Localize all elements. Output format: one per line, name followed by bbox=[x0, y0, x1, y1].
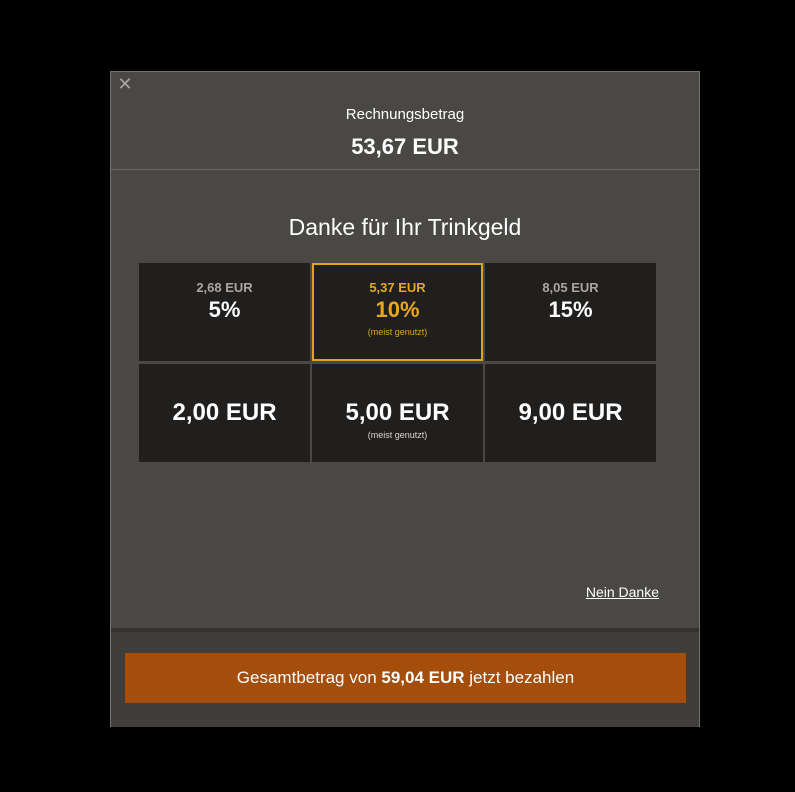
most-used-note: (meist genutzt) bbox=[367, 430, 428, 440]
footer-bar: Gesamtbetrag von 59,04 EUR jetzt bezahle… bbox=[111, 628, 699, 727]
invoice-amount: 53,67 EUR bbox=[351, 134, 459, 159]
pay-button[interactable]: Gesamtbetrag von 59,04 EUR jetzt bezahle… bbox=[125, 653, 686, 703]
thanks-title: Danke für Ihr Trinkgeld bbox=[288, 214, 522, 240]
invoice-label: Rechnungsbetrag bbox=[345, 106, 465, 123]
tip-amount: 2,68 EUR bbox=[196, 280, 253, 295]
tip-percent: 5% bbox=[208, 297, 241, 322]
tip-percent: 15% bbox=[548, 297, 593, 322]
tip-option-fixed-2[interactable]: 2,00 EUR bbox=[139, 364, 310, 462]
pay-prefix: Gesamtbetrag von bbox=[236, 668, 382, 687]
most-used-note: (meist genutzt) bbox=[367, 327, 428, 337]
tip-option-10-percent[interactable]: 5,37 EUR 10% (meist genutzt) bbox=[312, 263, 483, 361]
invoice-header: Rechnungsbetrag 53,67 EUR bbox=[111, 72, 699, 170]
tip-fixed-amount: 5,00 EUR bbox=[345, 399, 450, 426]
tip-fixed-amount: 2,00 EUR bbox=[172, 399, 277, 426]
tip-option-5-percent[interactable]: 2,68 EUR 5% bbox=[139, 263, 310, 361]
tip-amount: 8,05 EUR bbox=[542, 280, 599, 295]
tip-option-fixed-9[interactable]: 9,00 EUR bbox=[485, 364, 656, 462]
tip-option-15-percent[interactable]: 8,05 EUR 15% bbox=[485, 263, 656, 361]
tip-dialog: ✕ Rechnungsbetrag 53,67 EUR Danke für Ih… bbox=[110, 71, 700, 727]
pay-suffix: jetzt bezahlen bbox=[464, 668, 575, 687]
pay-total: 59,04 EUR bbox=[381, 668, 465, 687]
tip-amount: 5,37 EUR bbox=[369, 280, 426, 295]
tip-option-fixed-5[interactable]: 5,00 EUR (meist genutzt) bbox=[312, 364, 483, 462]
no-thanks-link[interactable]: Nein Danke bbox=[586, 584, 659, 600]
tip-percent: 10% bbox=[375, 297, 420, 322]
tip-fixed-amount: 9,00 EUR bbox=[518, 399, 623, 426]
